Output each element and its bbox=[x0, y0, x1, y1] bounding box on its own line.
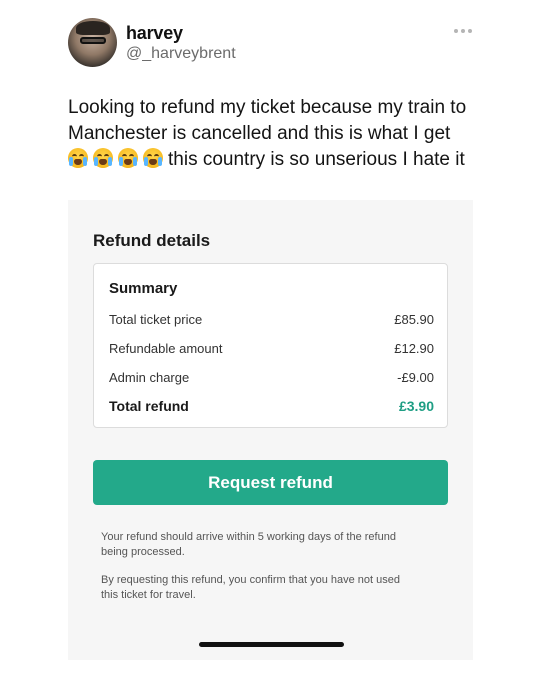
tweet-text-line: this country is so unserious I hate it bbox=[68, 147, 488, 173]
loudly-crying-face-icon bbox=[118, 148, 138, 168]
user-handle[interactable]: @_harveybrent bbox=[126, 45, 236, 63]
note-line: being processed. bbox=[101, 546, 185, 558]
refund-screenshot: Refund details Summary Total ticket pric… bbox=[68, 200, 473, 660]
row-label: Refundable amount bbox=[109, 341, 223, 356]
note-line: Your refund should arrive within 5 worki… bbox=[101, 531, 396, 543]
tweet-page: harvey @_harveybrent Looking to refund m… bbox=[0, 0, 540, 674]
more-options-icon[interactable] bbox=[454, 28, 472, 34]
avatar-glasses bbox=[80, 37, 106, 44]
avatar-hair bbox=[76, 21, 110, 35]
refund-arrival-note: Your refund should arrive within 5 worki… bbox=[101, 530, 446, 560]
loudly-crying-face-icon bbox=[93, 148, 113, 168]
tweet-text: Looking to refund my ticket because my t… bbox=[68, 95, 488, 173]
tweet-text-tail: this country is so unserious I hate it bbox=[168, 149, 465, 170]
note-line: this ticket for travel. bbox=[101, 589, 196, 601]
summary-row-admin-charge: Admin charge -£9.00 bbox=[109, 370, 434, 388]
tweet-text-line: Manchester is cancelled and this is what… bbox=[68, 123, 451, 144]
note-line: By requesting this refund, you confirm t… bbox=[101, 574, 401, 586]
refund-confirmation-note: By requesting this refund, you confirm t… bbox=[101, 573, 446, 603]
loudly-crying-face-icon bbox=[68, 148, 88, 168]
row-value: -£9.00 bbox=[397, 370, 434, 385]
tweet-text-line: Looking to refund my ticket because my t… bbox=[68, 97, 467, 118]
avatar[interactable] bbox=[68, 18, 117, 67]
summary-heading: Summary bbox=[109, 280, 178, 297]
summary-row-total-refund: Total refund £3.90 bbox=[109, 398, 434, 416]
summary-row-refundable-amount: Refundable amount £12.90 bbox=[109, 341, 434, 359]
row-label: Total ticket price bbox=[109, 312, 203, 327]
summary-row-total-ticket-price: Total ticket price £85.90 bbox=[109, 312, 434, 330]
loudly-crying-face-icon bbox=[143, 148, 163, 168]
summary-card: Summary Total ticket price £85.90 Refund… bbox=[93, 263, 448, 428]
row-value: £85.90 bbox=[394, 312, 434, 327]
request-refund-button[interactable]: Request refund bbox=[93, 460, 448, 505]
total-refund-label: Total refund bbox=[109, 398, 189, 414]
row-value: £12.90 bbox=[394, 341, 434, 356]
row-label: Admin charge bbox=[109, 370, 190, 385]
home-indicator[interactable] bbox=[199, 642, 344, 647]
tweet-header: harvey @_harveybrent bbox=[68, 18, 488, 68]
user-name[interactable]: harvey bbox=[126, 23, 183, 44]
refund-details-title: Refund details bbox=[93, 231, 211, 250]
total-refund-value: £3.90 bbox=[398, 398, 434, 414]
